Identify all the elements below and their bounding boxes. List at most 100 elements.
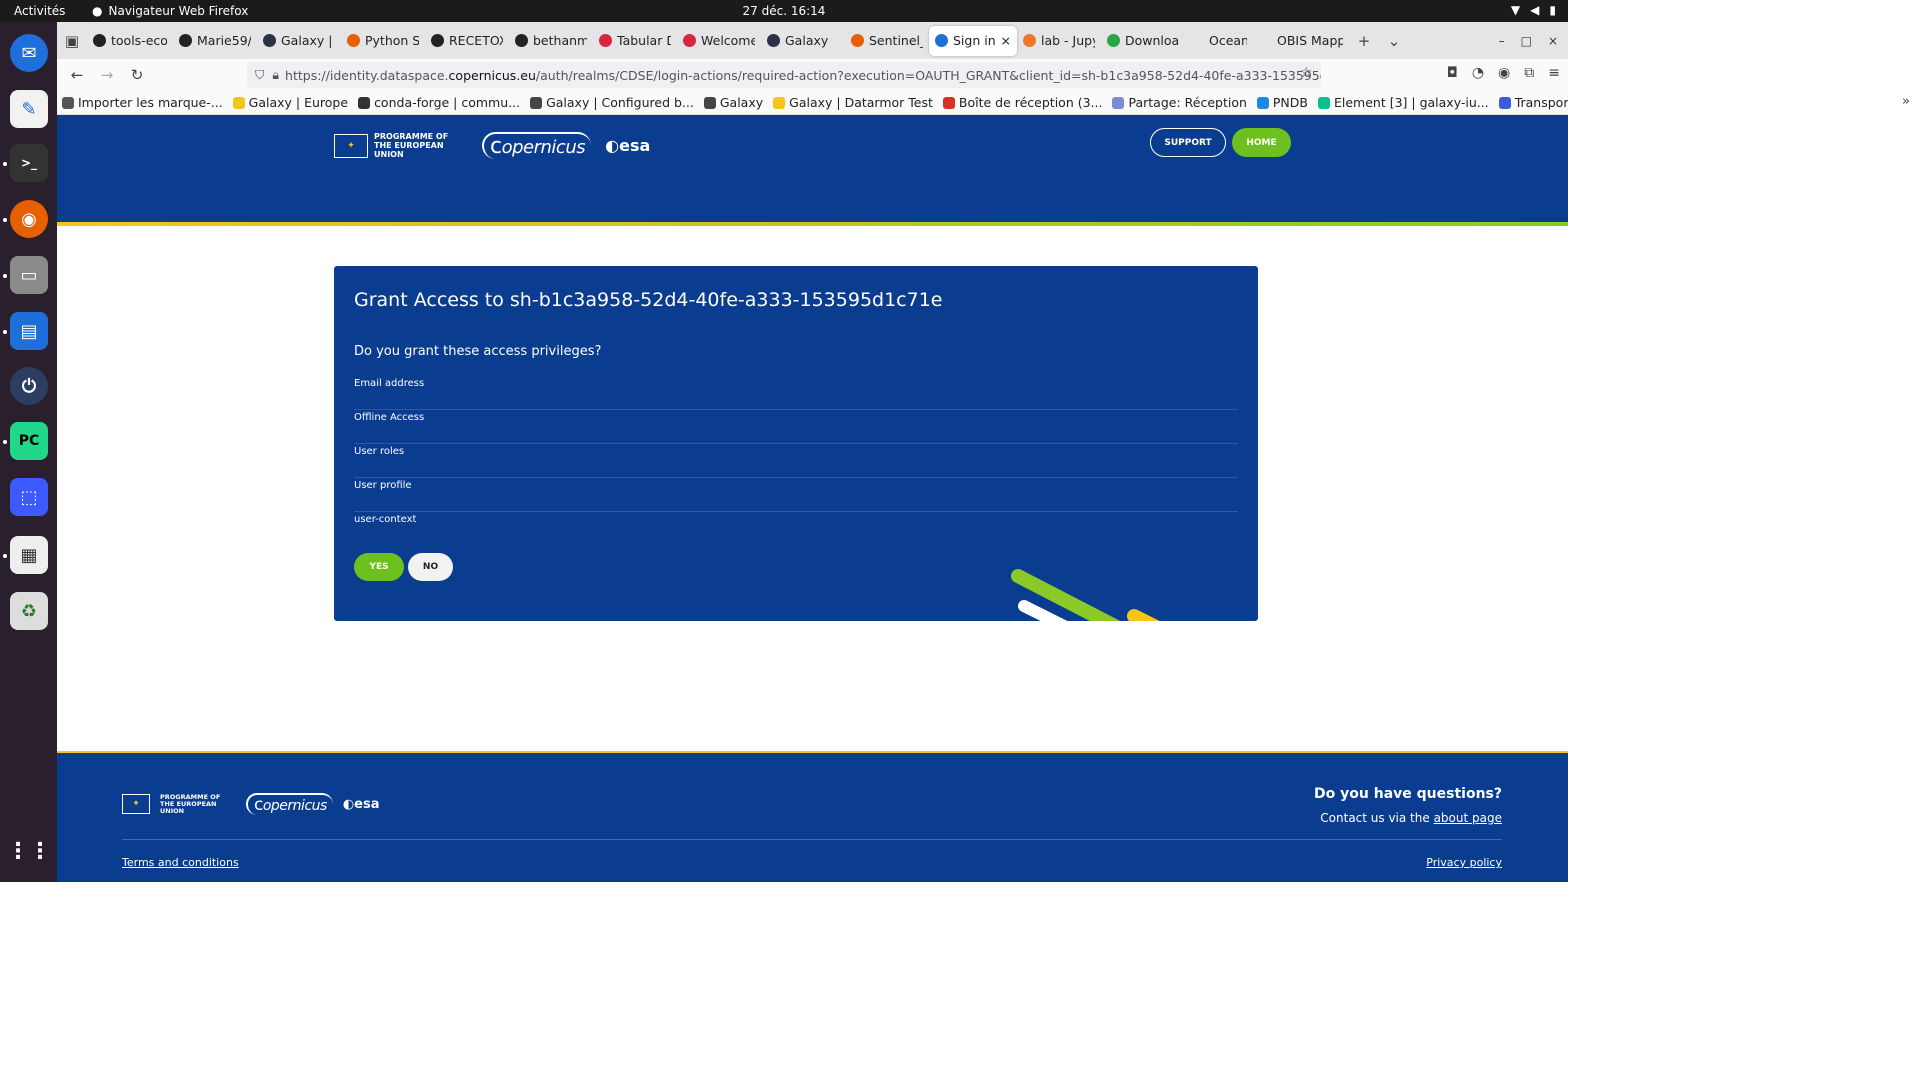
about-page-link[interactable]: about page — [1434, 811, 1502, 825]
bookmark-icon — [1256, 96, 1269, 109]
yes-button[interactable]: YES — [354, 553, 404, 581]
bookmark-item[interactable]: Galaxy | Datarmor Test — [768, 95, 938, 110]
running-indicator — [3, 218, 7, 222]
trash-icon[interactable]: ♻ — [10, 592, 48, 630]
running-indicator — [3, 440, 7, 444]
bookmark-icon — [530, 96, 543, 109]
tab-13[interactable]: Downloa — [1101, 26, 1185, 56]
activities-button[interactable]: Activités — [14, 4, 65, 18]
bookmark-item[interactable]: Element [3] | galaxy-iu... — [1313, 95, 1494, 110]
scope-item: User roles — [354, 444, 1238, 478]
bookmark-item[interactable]: Galaxy | Configured b... — [525, 95, 699, 110]
bookmark-label: Galaxy | Configured b... — [546, 95, 694, 110]
tab-11[interactable]: Sign in × — [929, 25, 1017, 56]
footer-logos[interactable]: ✦ PROGRAMME OF THE EUROPEAN UNION copern… — [122, 793, 379, 815]
minimize-icon[interactable]: – — [1499, 34, 1505, 48]
tab-label: Sentinel_ — [869, 33, 923, 48]
no-button[interactable]: NO — [408, 553, 453, 581]
url-text: https://identity.dataspace.copernicus.eu… — [279, 68, 1321, 83]
bookmark-item[interactable]: PNDB — [1252, 95, 1313, 110]
favicon-icon — [599, 34, 612, 47]
bookmark-icon — [1112, 96, 1125, 109]
maximize-icon[interactable]: □ — [1521, 34, 1532, 48]
show-apps-icon[interactable]: ⋮⋮ — [7, 832, 51, 870]
tab-label: RECETOX — [449, 33, 503, 48]
tab-label: Galaxy — [785, 33, 829, 48]
system-tray[interactable]: ▼ ◀ ▮ — [1511, 3, 1556, 17]
privacy-link[interactable]: Privacy policy — [1426, 856, 1502, 869]
bookmark-icon — [232, 96, 245, 109]
shield-icon[interactable]: ⛉ — [247, 67, 264, 83]
terminal-icon[interactable]: >_ — [10, 144, 48, 182]
tab-10[interactable]: Sentinel_ — [845, 26, 929, 56]
tab-4[interactable]: Python S — [341, 26, 425, 56]
extensions-icon[interactable]: ⧉ — [1524, 65, 1534, 81]
bookmark-item[interactable]: Boîte de réception (3... — [938, 95, 1108, 110]
terms-link[interactable]: Terms and conditions — [122, 856, 239, 869]
forward-icon[interactable]: → — [92, 66, 122, 84]
bookmark-label: Partage: Réception — [1128, 95, 1247, 110]
url-domain: copernicus.eu — [448, 67, 536, 83]
tab-7[interactable]: Tabular D — [593, 26, 677, 56]
bookmark-label: Transport et héberge... — [1514, 95, 1568, 110]
tab-label: Welcome — [701, 33, 755, 48]
timer-icon[interactable]: ⏻ — [10, 367, 48, 405]
url-bar[interactable]: ⛉ 🔒︎ https://identity.dataspace.copernic… — [247, 62, 1321, 88]
bookmark-item[interactable]: Importer les marque-... — [57, 95, 228, 110]
app-menu[interactable]: ● Navigateur Web Firefox — [92, 4, 248, 18]
tab-5[interactable]: RECETOX — [425, 26, 509, 56]
files-icon[interactable]: ▭ — [10, 256, 48, 294]
tab-8[interactable]: Welcome — [677, 26, 761, 56]
reload-icon[interactable]: ↻ — [122, 66, 152, 84]
tab-3[interactable]: Galaxy | C — [257, 26, 341, 56]
tab-overview-icon[interactable]: ▣ — [57, 32, 87, 50]
bookmark-star-icon[interactable]: ☆ — [1300, 65, 1313, 81]
copernicus-c-icon: c — [254, 795, 263, 815]
bookmark-item[interactable]: Galaxy | Europe — [228, 95, 353, 110]
home-button[interactable]: HOME — [1232, 128, 1291, 157]
close-window-icon[interactable]: × — [1548, 34, 1558, 48]
footer-divider — [122, 839, 1502, 840]
favicon-icon — [93, 34, 106, 47]
account-icon[interactable]: ◉ — [1498, 65, 1510, 81]
thunderbird-icon[interactable]: ✉ — [10, 34, 48, 72]
copernicus-logo: copernicus — [246, 793, 333, 815]
document-viewer-icon[interactable]: ▦ — [10, 536, 48, 574]
bookmark-item[interactable]: conda-forge | commu... — [353, 95, 525, 110]
bookmark-icon — [703, 96, 716, 109]
bookmark-icon — [62, 96, 74, 109]
tab-2[interactable]: Marie59/ — [173, 26, 257, 56]
pocket-icon[interactable]: ◘ — [1447, 65, 1458, 81]
support-button[interactable]: SUPPORT — [1150, 128, 1226, 157]
favicon-icon — [1023, 34, 1036, 47]
lock-icon[interactable]: 🔒︎ — [264, 67, 279, 83]
grant-title: Grant Access to sh-b1c3a958-52d4-40fe-a3… — [354, 289, 943, 311]
back-icon[interactable]: ← — [62, 66, 92, 84]
bookmark-item[interactable]: Partage: Réception — [1107, 95, 1251, 110]
header-logos[interactable]: ✦ PROGRAMME OF THE EUROPEAN UNION copern… — [334, 132, 650, 159]
new-tab-icon[interactable]: + — [1349, 32, 1379, 50]
firefox-dock-icon[interactable]: ◉ — [10, 200, 48, 238]
footer-question: Do you have questions? — [1314, 786, 1502, 802]
bookmark-item[interactable]: Transport et héberge... — [1494, 95, 1568, 110]
writer-icon[interactable]: ▤ — [10, 312, 48, 350]
pycharm-icon[interactable]: PC — [10, 422, 48, 460]
scope-item: Email address — [354, 376, 1238, 410]
tab-list-icon[interactable]: ⌄ — [1379, 32, 1409, 50]
clock[interactable]: 27 déc. 16:14 — [743, 4, 826, 18]
tab-15[interactable]: OBIS Mappe — [1253, 26, 1349, 56]
tab-1[interactable]: tools-eco — [87, 26, 173, 56]
tab-12[interactable]: lab - Jupy — [1017, 26, 1101, 56]
menu-icon[interactable]: ≡ — [1548, 65, 1560, 81]
tab-9[interactable]: Galaxy — [761, 26, 845, 56]
bookmark-item[interactable]: Galaxy — [699, 95, 768, 110]
extension-icon[interactable]: ◔ — [1472, 65, 1484, 81]
favicon-icon — [1107, 34, 1120, 47]
bookmarks-overflow-icon[interactable]: » — [1902, 94, 1910, 109]
text-editor-icon[interactable]: ✎ — [10, 90, 48, 128]
screenshot-icon[interactable]: ⬚ — [10, 478, 48, 516]
scope-item: user-context — [354, 514, 417, 525]
tab-14[interactable]: Ocean Bi — [1185, 26, 1253, 56]
tab-6[interactable]: bethanm — [509, 26, 593, 56]
close-tab-icon[interactable]: × — [1001, 33, 1011, 48]
